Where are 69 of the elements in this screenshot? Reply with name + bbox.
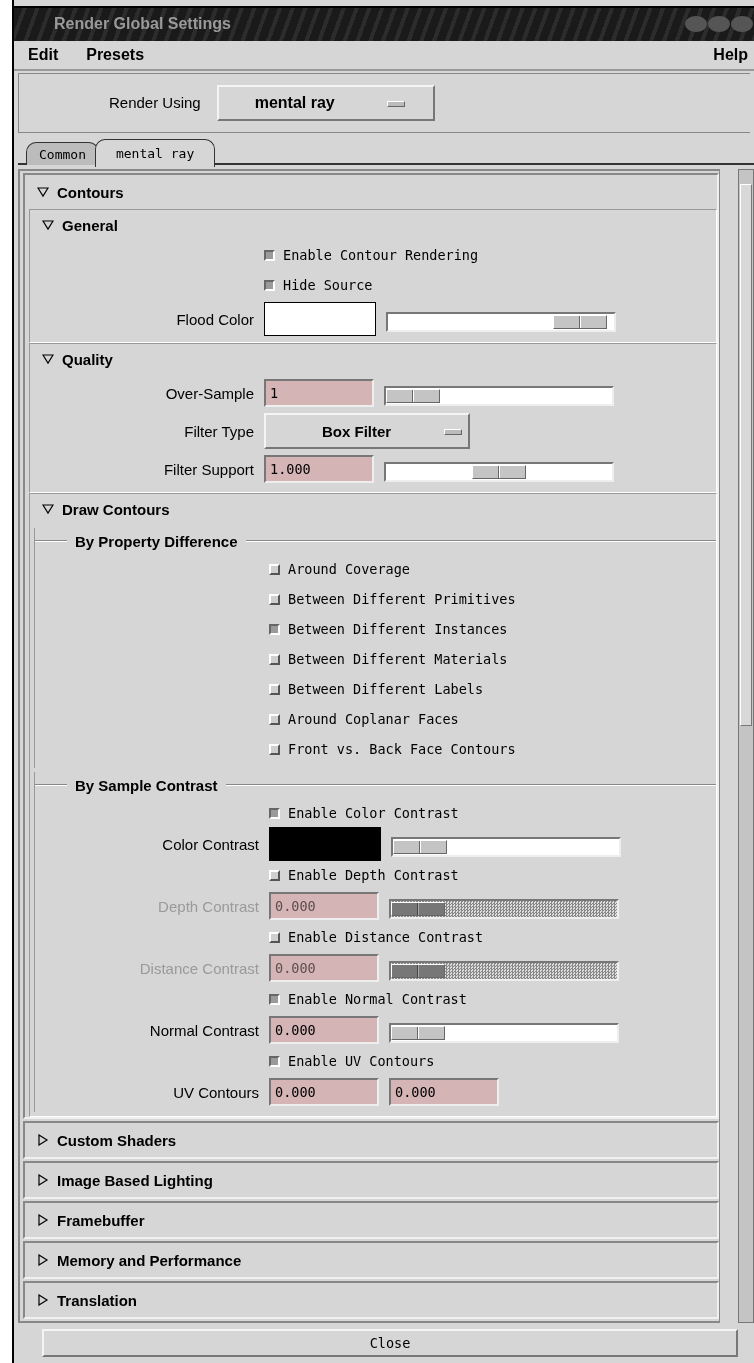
window-title: Render Global Settings xyxy=(54,15,231,34)
field-label: Depth Contrast xyxy=(157,897,259,915)
expand-triangle-icon xyxy=(37,1294,49,1306)
tab[interactable]: mental ray xyxy=(94,139,216,167)
menu-item[interactable]: Edit xyxy=(28,45,59,64)
checkbox-box[interactable] xyxy=(269,1055,280,1067)
expand-triangle-icon xyxy=(37,1254,49,1266)
checkbox-label: Hide Source xyxy=(283,277,373,293)
expand-triangle-icon xyxy=(37,1174,49,1186)
field-label: Normal Contrast xyxy=(148,1021,259,1039)
field-label: Color Contrast xyxy=(161,835,259,853)
checkbox[interactable]: Hide Source xyxy=(264,277,373,293)
color-swatch[interactable] xyxy=(269,827,381,861)
checkbox-box[interactable] xyxy=(264,249,275,261)
color-swatch[interactable] xyxy=(264,302,376,336)
collapse-triangle-icon xyxy=(42,353,54,365)
slider-thumb[interactable] xyxy=(391,1026,446,1040)
scrollbar-thumb[interactable] xyxy=(740,184,752,726)
slider-track[interactable] xyxy=(389,899,619,919)
section-header[interactable]: Contours xyxy=(25,175,124,209)
slider-track[interactable] xyxy=(384,462,614,482)
filter-dropdown[interactable]: Box Filter xyxy=(264,413,470,449)
field-label: Filter Type xyxy=(183,422,254,440)
section-header[interactable]: Draw Contours xyxy=(30,494,170,524)
slider-thumb[interactable] xyxy=(553,315,608,329)
collapse-triangle-icon xyxy=(37,186,49,198)
slider-thumb[interactable] xyxy=(386,389,441,403)
section-header[interactable]: Memory and Performance xyxy=(25,1243,242,1277)
slider-track[interactable] xyxy=(384,386,614,406)
dropdown-indicator-icon xyxy=(444,429,462,435)
slider-track[interactable] xyxy=(389,961,619,981)
section-header[interactable]: Translation xyxy=(25,1283,138,1317)
number-field[interactable]: 1 xyxy=(264,379,374,407)
number-field[interactable]: 0.000 xyxy=(389,1078,499,1106)
scrollbar[interactable] xyxy=(738,169,754,1323)
slider-thumb[interactable] xyxy=(393,840,448,854)
slider-thumb[interactable] xyxy=(472,465,526,479)
field-label: Filter Support xyxy=(162,460,254,478)
expand-triangle-icon xyxy=(37,1214,49,1226)
field-label: Over-Sample xyxy=(164,384,254,402)
help-menu[interactable]: Help xyxy=(713,45,748,64)
checkbox-box[interactable] xyxy=(264,279,275,291)
section-header[interactable]: Framebuffer xyxy=(25,1203,145,1237)
menu-item[interactable]: Presets xyxy=(86,45,145,64)
slider-track[interactable] xyxy=(391,837,621,857)
number-field[interactable]: 0.000 xyxy=(269,1078,379,1106)
expand-triangle-icon xyxy=(37,1134,49,1146)
section-header[interactable]: General xyxy=(30,210,118,240)
checkbox-box[interactable] xyxy=(269,623,280,635)
section-header[interactable]: Custom Shaders xyxy=(25,1123,177,1157)
group-title: By Sample Contrast xyxy=(75,776,218,794)
section-header[interactable]: Quality xyxy=(30,344,113,374)
field-label: UV Contours xyxy=(172,1083,259,1101)
field-label: Distance Contrast xyxy=(138,959,259,977)
number-field[interactable]: 1.000 xyxy=(264,455,374,483)
collapse-triangle-icon xyxy=(42,503,54,515)
field-label: Flood Color xyxy=(175,310,254,328)
dropdown-indicator-icon xyxy=(386,100,405,107)
group-title: By Property Difference xyxy=(75,532,238,550)
field-label: Render Using xyxy=(109,94,201,112)
number-field[interactable]: 0.000 xyxy=(269,1016,379,1044)
renderer-dropdown[interactable]: mental ray xyxy=(216,84,435,121)
close-button[interactable]: Close xyxy=(42,1329,738,1357)
slider-track[interactable] xyxy=(386,312,616,332)
collapse-triangle-icon xyxy=(42,219,54,231)
slider-track[interactable] xyxy=(389,1023,619,1043)
section-header[interactable]: Image Based Lighting xyxy=(25,1163,213,1197)
checkbox-box[interactable] xyxy=(269,993,280,1005)
checkbox-box[interactable] xyxy=(269,807,280,819)
